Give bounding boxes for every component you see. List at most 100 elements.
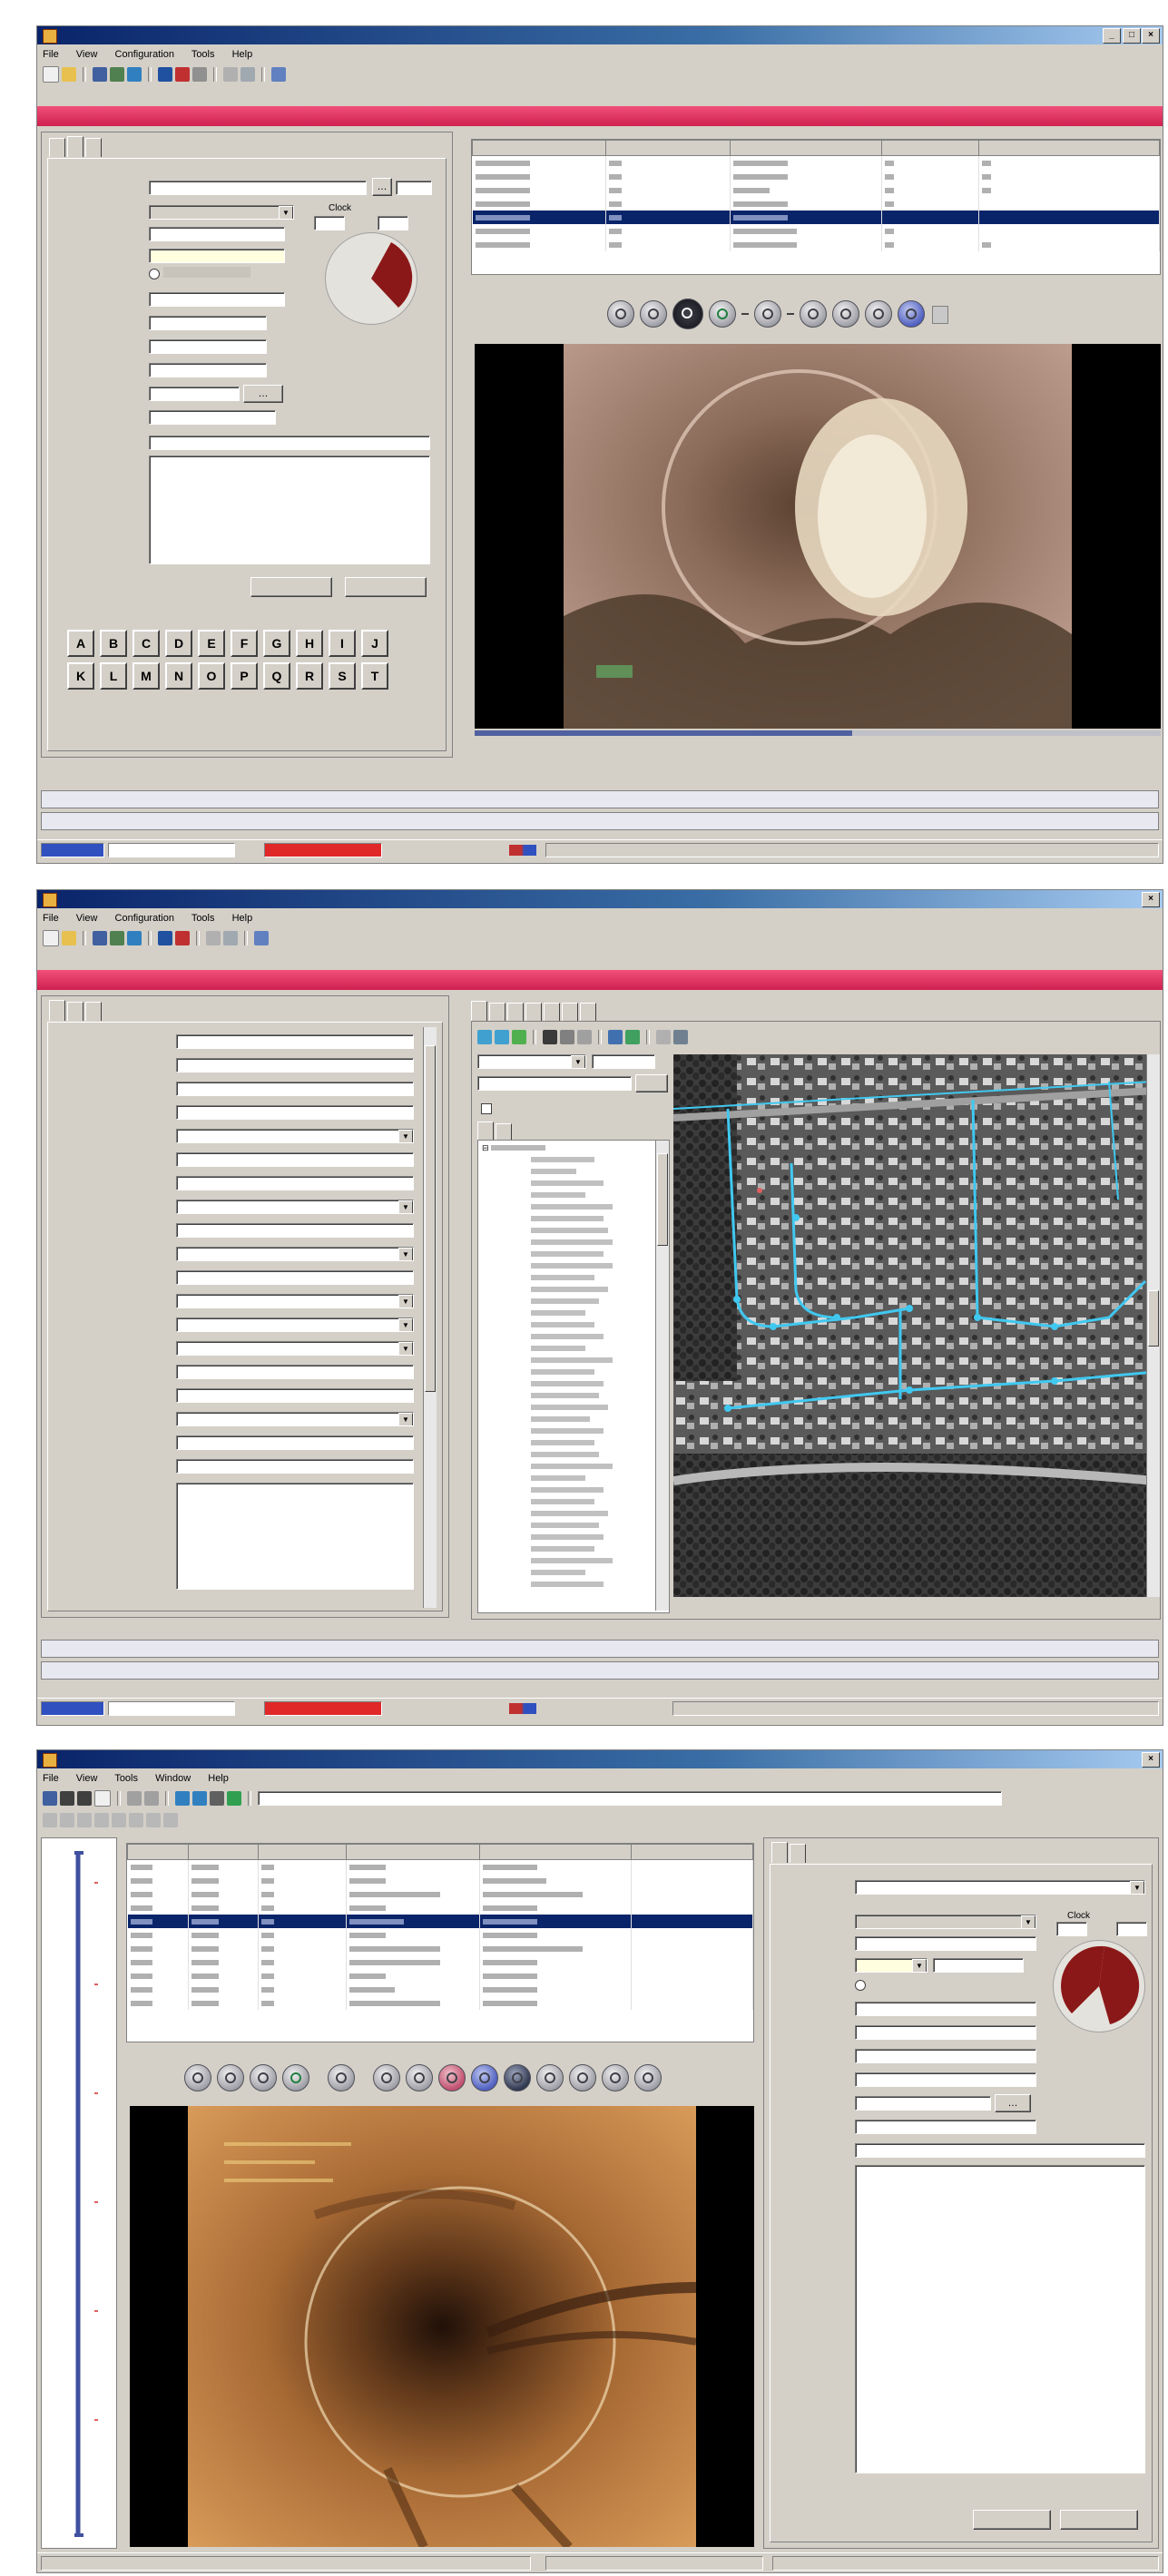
export-icon[interactable] bbox=[192, 1791, 207, 1806]
tree-node[interactable] bbox=[482, 1190, 665, 1201]
continuous-field[interactable] bbox=[149, 249, 285, 263]
key-n[interactable]: N bbox=[165, 662, 192, 690]
column-header[interactable] bbox=[978, 140, 1160, 156]
remarks-textarea[interactable] bbox=[149, 455, 430, 564]
table-row-selected[interactable] bbox=[127, 1915, 753, 1928]
pan-icon[interactable] bbox=[512, 1030, 526, 1044]
tree-node[interactable] bbox=[482, 1449, 665, 1461]
field-value-5[interactable] bbox=[855, 2096, 991, 2111]
tree-node[interactable] bbox=[482, 1508, 665, 1520]
tree-node[interactable] bbox=[482, 1284, 665, 1296]
record-icon[interactable] bbox=[175, 931, 190, 945]
select-icon[interactable] bbox=[543, 1030, 557, 1044]
export-button[interactable] bbox=[504, 2064, 531, 2091]
asset-field[interactable] bbox=[176, 1058, 414, 1073]
remarks-textarea[interactable] bbox=[855, 2165, 1145, 2473]
clock-from-input[interactable] bbox=[1056, 1922, 1087, 1936]
tree-node[interactable] bbox=[482, 1402, 665, 1414]
menu-configuration[interactable]: Configuration bbox=[115, 913, 174, 924]
tree-node[interactable] bbox=[482, 1473, 665, 1484]
menu-help[interactable]: Help bbox=[208, 1773, 229, 1784]
tool-icon[interactable] bbox=[112, 1813, 126, 1827]
new-icon[interactable] bbox=[43, 66, 59, 83]
field-value-7[interactable] bbox=[855, 2143, 1145, 2158]
tree-node[interactable] bbox=[482, 1319, 665, 1331]
layer-icon[interactable] bbox=[608, 1030, 623, 1044]
ok-button[interactable] bbox=[973, 2510, 1051, 2530]
tree-node[interactable] bbox=[482, 1213, 665, 1225]
column-header[interactable] bbox=[472, 140, 606, 156]
refresh-icon[interactable] bbox=[625, 1030, 640, 1044]
video-icon[interactable] bbox=[77, 1791, 92, 1806]
zoom-in-icon[interactable] bbox=[477, 1030, 492, 1044]
key-d[interactable]: D bbox=[165, 630, 192, 657]
tree-scrollbar[interactable] bbox=[655, 1141, 669, 1611]
asset-field[interactable] bbox=[176, 1388, 414, 1403]
clock-to-input[interactable] bbox=[1116, 1922, 1147, 1936]
column-header[interactable] bbox=[127, 1844, 189, 1860]
tree-node[interactable] bbox=[482, 1166, 665, 1178]
tab-2[interactable] bbox=[790, 1844, 806, 1863]
asset-dropdown[interactable]: ▼ bbox=[176, 1247, 414, 1261]
cancel-button[interactable] bbox=[345, 577, 427, 597]
measure-icon[interactable] bbox=[577, 1030, 592, 1044]
tree-node[interactable] bbox=[482, 1225, 665, 1237]
tree-node[interactable] bbox=[482, 1343, 665, 1355]
clock-compass[interactable] bbox=[325, 232, 417, 325]
ok-button[interactable] bbox=[250, 577, 332, 597]
cancel-button[interactable] bbox=[1060, 2510, 1138, 2530]
tab-1[interactable] bbox=[771, 1842, 788, 1863]
tree-node[interactable] bbox=[482, 1355, 665, 1366]
menu-configuration[interactable]: Configuration bbox=[115, 49, 174, 60]
frame-back-button[interactable] bbox=[328, 2064, 355, 2091]
tree-node[interactable] bbox=[482, 1201, 665, 1213]
tree-node[interactable]: ⊟ bbox=[482, 1142, 665, 1154]
record-button[interactable] bbox=[438, 2064, 466, 2091]
frame-forward-button[interactable] bbox=[800, 300, 827, 328]
tab-2[interactable] bbox=[67, 1002, 83, 1021]
map-tab-3[interactable] bbox=[507, 1003, 524, 1022]
menu-help[interactable]: Help bbox=[232, 49, 253, 60]
column-header[interactable] bbox=[605, 140, 731, 156]
tool-icon[interactable] bbox=[129, 1813, 143, 1827]
table-row[interactable] bbox=[472, 238, 1160, 251]
menu-view[interactable]: View bbox=[76, 913, 98, 924]
map-tab-4[interactable] bbox=[525, 1003, 542, 1022]
key-r[interactable]: R bbox=[296, 662, 323, 690]
table-row[interactable] bbox=[472, 197, 1160, 211]
code-lookup-button[interactable]: … bbox=[372, 178, 392, 196]
key-g[interactable]: G bbox=[263, 630, 290, 657]
grid-icon[interactable] bbox=[240, 67, 255, 82]
table-row[interactable] bbox=[472, 155, 1160, 170]
tool-icon[interactable] bbox=[163, 1813, 178, 1827]
form-scrollbar[interactable] bbox=[423, 1027, 437, 1608]
video-progress[interactable] bbox=[475, 730, 1161, 736]
tool-icon[interactable] bbox=[77, 1813, 92, 1827]
field-value-2[interactable] bbox=[149, 316, 267, 330]
table-row[interactable] bbox=[127, 1942, 753, 1955]
tree-node[interactable] bbox=[482, 1496, 665, 1508]
column-header[interactable] bbox=[346, 1844, 480, 1860]
table-row[interactable] bbox=[127, 1969, 753, 1983]
menu-file[interactable]: File bbox=[43, 49, 59, 60]
tab-1[interactable] bbox=[49, 1000, 65, 1021]
asset-field[interactable] bbox=[176, 1365, 414, 1379]
stop-icon[interactable] bbox=[192, 67, 207, 82]
field-value-7[interactable] bbox=[149, 436, 430, 450]
menu-file[interactable]: File bbox=[43, 913, 59, 924]
camera-icon[interactable] bbox=[60, 1791, 74, 1806]
field-5-button[interactable]: … bbox=[995, 2094, 1031, 2112]
continuous-field[interactable]: ▼ bbox=[855, 1958, 928, 1973]
table-row[interactable] bbox=[472, 170, 1160, 183]
asset-dropdown[interactable]: ▼ bbox=[176, 1317, 414, 1332]
record-icon[interactable] bbox=[175, 67, 190, 82]
stop-button[interactable] bbox=[672, 299, 703, 329]
key-b[interactable]: B bbox=[100, 630, 127, 657]
play-button[interactable] bbox=[282, 2064, 309, 2091]
asset-field[interactable] bbox=[176, 1105, 414, 1120]
field-value-4[interactable] bbox=[149, 363, 267, 377]
tool-icon[interactable] bbox=[94, 1813, 109, 1827]
key-f[interactable]: F bbox=[231, 630, 258, 657]
asset-dropdown[interactable]: ▼ bbox=[176, 1129, 414, 1143]
tree-node[interactable] bbox=[482, 1308, 665, 1319]
